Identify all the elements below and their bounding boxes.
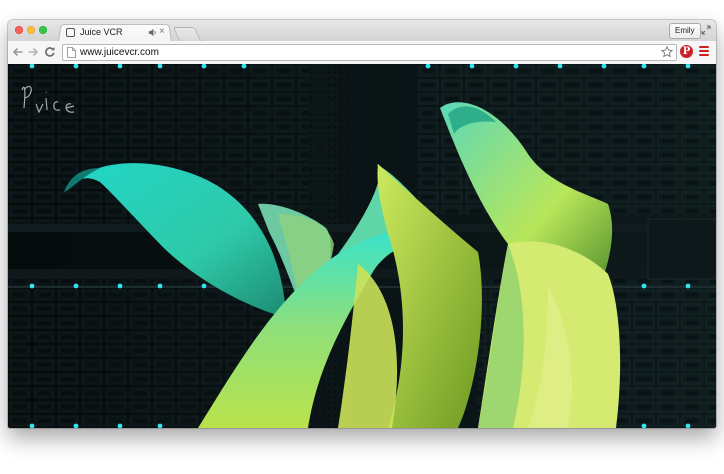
forward-arrow-icon[interactable] — [27, 46, 39, 58]
window-minimize-button[interactable] — [27, 26, 35, 34]
page-icon — [67, 47, 76, 58]
pinterest-icon[interactable]: P — [680, 45, 693, 58]
browser-toolbar: www.juicevcr.com P — [8, 41, 716, 65]
new-tab-button[interactable] — [172, 27, 202, 41]
browser-window: Juice VCR × Emily www.juicevcr.com P — [8, 20, 716, 428]
page-viewport — [8, 64, 716, 428]
tab-content[interactable]: Juice VCR × — [60, 24, 170, 41]
tab-close-icon[interactable]: × — [159, 25, 165, 39]
hamburger-menu-icon[interactable] — [699, 46, 709, 57]
window-maximize-button[interactable] — [39, 26, 47, 34]
tab-strip: Juice VCR × Emily — [8, 20, 716, 42]
url-text: www.juicevcr.com — [80, 47, 159, 58]
reload-icon[interactable] — [44, 46, 56, 58]
site-favicon-icon — [66, 28, 75, 37]
fullscreen-icon[interactable] — [701, 25, 711, 35]
address-bar[interactable]: www.juicevcr.com — [62, 44, 677, 61]
window-close-button[interactable] — [15, 26, 23, 34]
star-icon[interactable] — [661, 46, 673, 58]
back-arrow-icon[interactable] — [12, 46, 24, 58]
speaker-icon[interactable] — [148, 28, 157, 37]
hero-image — [8, 64, 716, 428]
tab-title: Juice VCR — [80, 27, 123, 37]
profile-button[interactable]: Emily — [669, 23, 701, 39]
